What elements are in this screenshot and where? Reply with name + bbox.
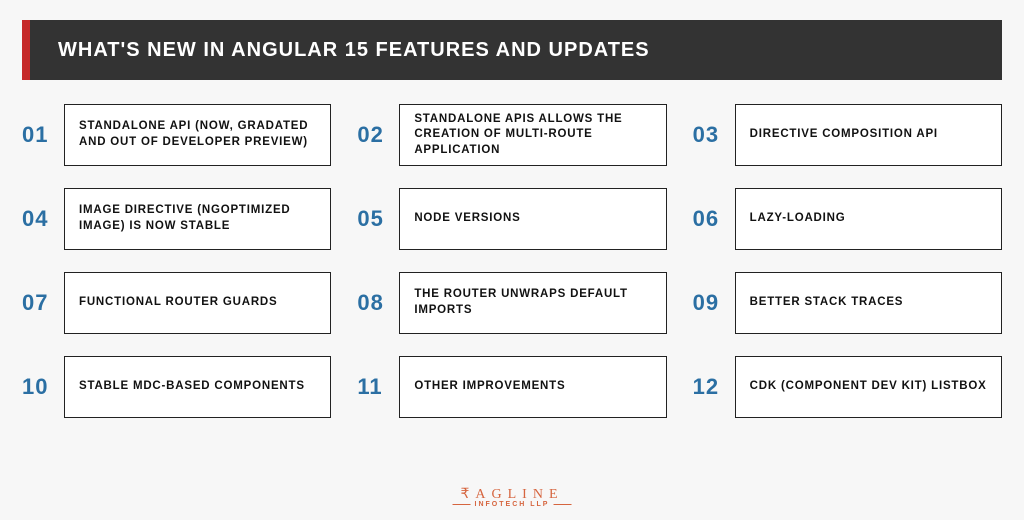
feature-item: 04 IMAGE DIRECTIVE (NGOPTIMIZED IMAGE) I… — [22, 188, 331, 250]
feature-number: 01 — [22, 104, 64, 166]
feature-number: 10 — [22, 356, 64, 418]
feature-number: 07 — [22, 272, 64, 334]
feature-item: 09 BETTER STACK TRACES — [693, 272, 1002, 334]
feature-number: 11 — [357, 356, 399, 418]
feature-item: 05 NODE VERSIONS — [357, 188, 666, 250]
title-accent — [22, 20, 30, 80]
feature-item: 01 STANDALONE API (NOW, GRADATED AND OUT… — [22, 104, 331, 166]
feature-item: 07 FUNCTIONAL ROUTER GUARDS — [22, 272, 331, 334]
feature-label: STANDALONE API (NOW, GRADATED AND OUT OF… — [64, 104, 331, 166]
title-bar: WHAT'S NEW IN ANGULAR 15 FEATURES AND UP… — [22, 20, 1002, 80]
feature-label: STABLE MDC-BASED COMPONENTS — [64, 356, 331, 418]
feature-item: 06 LAZY-LOADING — [693, 188, 1002, 250]
feature-label: IMAGE DIRECTIVE (NGOPTIMIZED IMAGE) IS N… — [64, 188, 331, 250]
feature-label: BETTER STACK TRACES — [735, 272, 1002, 334]
footer-logo: ₹AGLINE INFOTECH LLP — [449, 486, 576, 508]
feature-item: 10 STABLE MDC-BASED COMPONENTS — [22, 356, 331, 418]
feature-label: STANDALONE APIS ALLOWS THE CREATION OF M… — [399, 104, 666, 166]
feature-number: 12 — [693, 356, 735, 418]
feature-number: 03 — [693, 104, 735, 166]
feature-label: THE ROUTER UNWRAPS DEFAULT IMPORTS — [399, 272, 666, 334]
feature-number: 02 — [357, 104, 399, 166]
feature-label: DIRECTIVE COMPOSITION API — [735, 104, 1002, 166]
brand-subtitle: INFOTECH LLP — [449, 501, 576, 508]
page-title: WHAT'S NEW IN ANGULAR 15 FEATURES AND UP… — [58, 39, 650, 62]
feature-label: FUNCTIONAL ROUTER GUARDS — [64, 272, 331, 334]
feature-label: CDK (COMPONENT DEV KIT) LISTBOX — [735, 356, 1002, 418]
feature-label: NODE VERSIONS — [399, 188, 666, 250]
features-grid: 01 STANDALONE API (NOW, GRADATED AND OUT… — [22, 104, 1002, 418]
feature-number: 04 — [22, 188, 64, 250]
feature-item: 03 DIRECTIVE COMPOSITION API — [693, 104, 1002, 166]
feature-label: LAZY-LOADING — [735, 188, 1002, 250]
feature-item: 12 CDK (COMPONENT DEV KIT) LISTBOX — [693, 356, 1002, 418]
feature-number: 06 — [693, 188, 735, 250]
feature-number: 05 — [357, 188, 399, 250]
feature-label: OTHER IMPROVEMENTS — [399, 356, 666, 418]
feature-item: 08 THE ROUTER UNWRAPS DEFAULT IMPORTS — [357, 272, 666, 334]
feature-number: 08 — [357, 272, 399, 334]
feature-item: 11 OTHER IMPROVEMENTS — [357, 356, 666, 418]
feature-number: 09 — [693, 272, 735, 334]
feature-item: 02 STANDALONE APIS ALLOWS THE CREATION O… — [357, 104, 666, 166]
